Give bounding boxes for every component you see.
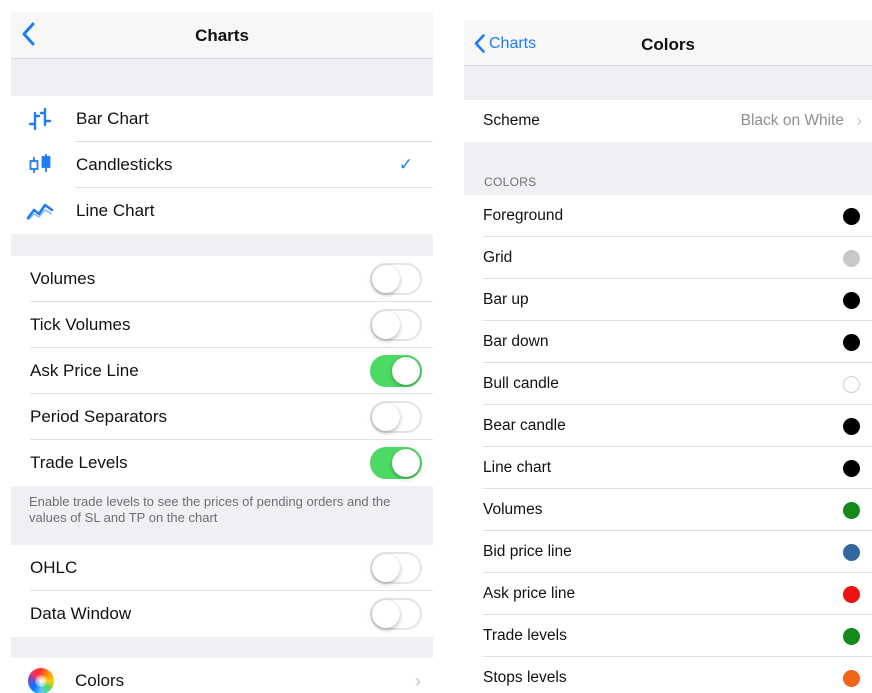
toggle-knob	[392, 449, 420, 477]
scheme-label: Scheme	[483, 112, 540, 129]
option-period-separators: Period Separators	[11, 394, 433, 440]
color-swatch	[843, 501, 860, 519]
toggle-knob	[372, 403, 400, 431]
color-swatch	[843, 417, 860, 435]
bar-chart-icon	[26, 105, 54, 133]
color-label: Bar down	[483, 333, 549, 350]
option-label: Ask Price Line	[30, 361, 139, 380]
chart-type-line[interactable]: Line Chart	[11, 188, 433, 234]
color-label: Trade levels	[483, 627, 567, 644]
ohlc-toggle[interactable]	[370, 552, 422, 584]
color-swatch	[843, 543, 860, 561]
color-swatch	[843, 333, 860, 351]
color-row-ask-price-line[interactable]: Ask price line	[464, 573, 872, 615]
color-label: Grid	[483, 249, 513, 266]
status-bar-area	[464, 0, 872, 20]
display-options-list: OHLC Data Window	[11, 545, 433, 637]
color-swatch	[843, 375, 860, 393]
toggle-knob	[392, 357, 420, 385]
trade-levels-toggle[interactable]	[370, 447, 422, 479]
color-label: Bid price line	[483, 543, 572, 560]
option-label: Data Window	[30, 604, 132, 623]
color-swatch	[843, 249, 860, 267]
color-label: Stops levels	[483, 669, 567, 686]
ask-price-line-toggle[interactable]	[370, 355, 422, 387]
toggle-knob	[372, 311, 400, 339]
colors-label: Colors	[75, 671, 125, 690]
chevron-right-icon: ›	[415, 670, 421, 691]
color-row-stops-levels[interactable]: Stops levels	[464, 657, 872, 693]
color-label: Bear candle	[483, 417, 566, 434]
chart-type-label: Bar Chart	[76, 109, 149, 128]
colors-section-header: COLORS	[484, 175, 537, 189]
colors-section: Colors ›	[11, 658, 433, 693]
option-tick-volumes: Tick Volumes	[11, 302, 433, 348]
color-label: Bar up	[483, 291, 529, 308]
color-swatch	[843, 669, 860, 687]
toggle-knob	[372, 600, 400, 628]
toggle-knob	[372, 554, 400, 582]
color-swatch	[843, 459, 860, 477]
nav-bar: Charts Colors	[464, 20, 872, 66]
color-row-bear-candle[interactable]: Bear candle	[464, 405, 872, 447]
colors-row[interactable]: Colors ›	[11, 658, 433, 693]
period-separators-toggle[interactable]	[370, 401, 422, 433]
line-chart-icon	[26, 197, 54, 225]
color-wheel-icon	[27, 667, 55, 693]
color-row-foreground[interactable]: Foreground	[464, 195, 872, 237]
chart-options-list: Volumes Tick Volumes Ask Price Line Peri…	[11, 256, 433, 486]
charts-settings-panel: Charts Bar Chart Candlesticks ✓ Line Cha…	[11, 0, 433, 693]
trade-levels-footnote: Enable trade levels to see the prices of…	[29, 494, 391, 525]
color-row-bar-up[interactable]: Bar up	[464, 279, 872, 321]
option-label: Volumes	[30, 269, 96, 288]
color-label: Foreground	[483, 207, 564, 224]
color-label: Bull candle	[483, 375, 559, 392]
chart-type-list: Bar Chart Candlesticks ✓ Line Chart	[11, 96, 433, 234]
option-trade-levels: Trade Levels	[11, 440, 433, 486]
color-swatch	[843, 585, 860, 603]
color-swatch	[843, 207, 860, 225]
candlestick-icon	[26, 151, 54, 179]
option-label: Period Separators	[30, 407, 168, 426]
scheme-section: Scheme Black on White ›	[464, 100, 872, 142]
color-swatch	[843, 627, 860, 645]
volumes-toggle[interactable]	[370, 263, 422, 295]
color-label: Volumes	[483, 501, 543, 518]
colors-settings-panel: Charts Colors Scheme Black on White › CO…	[464, 0, 872, 693]
color-row-bull-candle[interactable]: Bull candle	[464, 363, 872, 405]
color-row-grid[interactable]: Grid	[464, 237, 872, 279]
color-list: Foreground Grid Bar up Bar down Bull candle B…	[464, 195, 872, 693]
color-row-trade-levels[interactable]: Trade levels	[464, 615, 872, 657]
data-window-toggle[interactable]	[370, 598, 422, 630]
checkmark-icon: ✓	[398, 155, 413, 174]
toggle-knob	[372, 265, 400, 293]
page-title: Colors	[641, 35, 695, 54]
color-row-bid-price-line[interactable]: Bid price line	[464, 531, 872, 573]
status-bar-area	[11, 0, 433, 12]
tick-volumes-toggle[interactable]	[370, 309, 422, 341]
chart-type-label: Candlesticks	[76, 155, 173, 174]
color-row-volumes[interactable]: Volumes	[464, 489, 872, 531]
option-data-window: Data Window	[11, 591, 433, 637]
color-label: Ask price line	[483, 585, 576, 602]
option-ohlc: OHLC	[11, 545, 433, 591]
scheme-value: Black on White	[740, 112, 844, 129]
option-label: Tick Volumes	[30, 315, 131, 334]
option-label: Trade Levels	[30, 453, 128, 472]
page-title: Charts	[195, 26, 249, 45]
scheme-row[interactable]: Scheme Black on White ›	[464, 100, 872, 142]
chart-type-candlesticks[interactable]: Candlesticks ✓	[11, 142, 433, 188]
chevron-right-icon: ›	[856, 111, 862, 130]
nav-bar: Charts	[11, 12, 433, 59]
color-row-bar-down[interactable]: Bar down	[464, 321, 872, 363]
option-volumes: Volumes	[11, 256, 433, 302]
color-label: Line chart	[483, 459, 552, 476]
option-ask-price-line: Ask Price Line	[11, 348, 433, 394]
color-swatch	[843, 291, 860, 309]
option-label: OHLC	[30, 558, 78, 577]
chart-type-label: Line Chart	[76, 201, 155, 220]
chart-type-bar[interactable]: Bar Chart	[11, 96, 433, 142]
color-row-line-chart[interactable]: Line chart	[464, 447, 872, 489]
